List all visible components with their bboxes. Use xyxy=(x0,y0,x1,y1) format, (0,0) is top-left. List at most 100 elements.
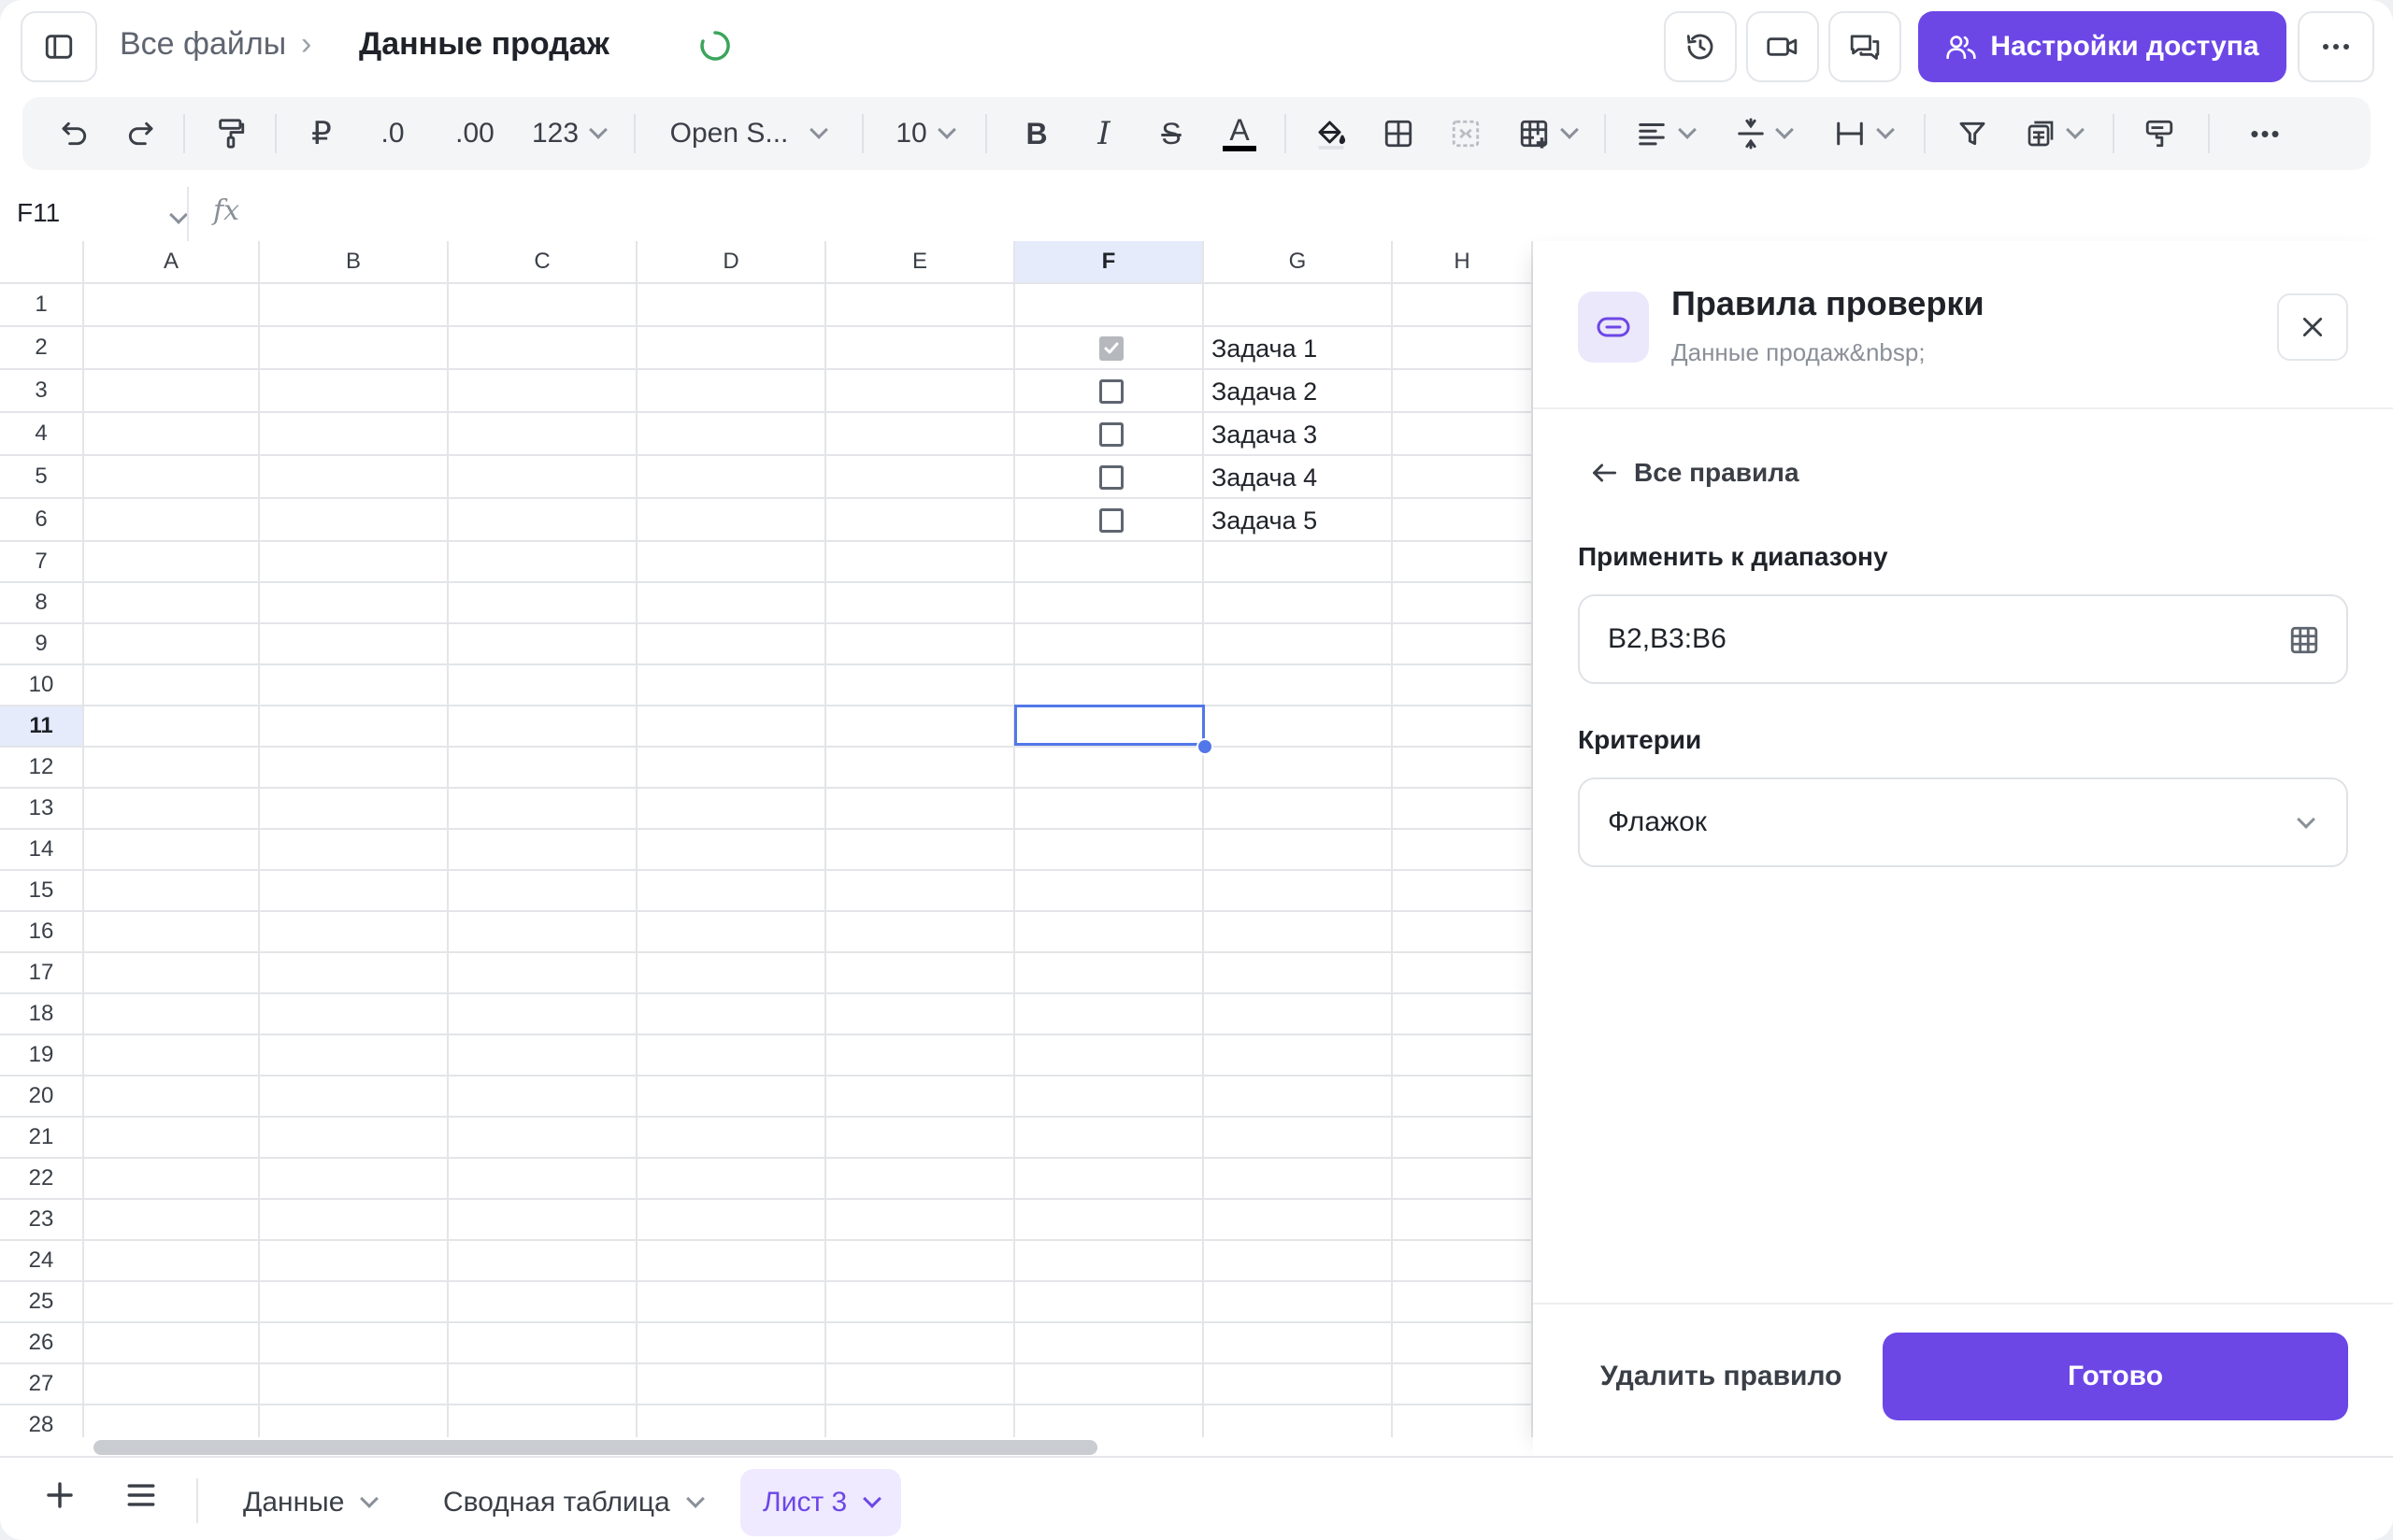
checkbox-unchecked[interactable] xyxy=(1099,465,1124,490)
font-size-dropdown[interactable]: 10 xyxy=(882,97,967,170)
merge-cells-button[interactable] xyxy=(1438,97,1494,170)
row-header-23[interactable]: 23 xyxy=(0,1200,84,1241)
sidebar-toggle-button[interactable] xyxy=(21,11,97,82)
history-button[interactable] xyxy=(1664,11,1737,82)
column-header-h[interactable]: H xyxy=(1393,241,1533,284)
task-cell[interactable]: Задача 1 xyxy=(1211,335,1317,364)
done-button[interactable]: Готово xyxy=(1883,1333,2348,1420)
range-input[interactable]: B2,B3:B6 xyxy=(1578,594,2348,684)
row-header-22[interactable]: 22 xyxy=(0,1159,84,1200)
delete-rule-button[interactable]: Удалить правило xyxy=(1600,1361,1841,1392)
strikethrough-button[interactable]: S xyxy=(1148,97,1195,170)
column-header-a[interactable]: A xyxy=(84,241,260,284)
grid-row-line xyxy=(84,368,1533,370)
increase-decimals-button[interactable]: .00 xyxy=(437,97,512,170)
task-cell[interactable]: Задача 3 xyxy=(1211,421,1317,449)
checkbox-checked[interactable] xyxy=(1099,336,1124,361)
column-width-dropdown[interactable] xyxy=(1821,97,1905,170)
toolbar-more-button[interactable]: ••• xyxy=(2228,97,2303,170)
row-header-13[interactable]: 13 xyxy=(0,789,84,830)
row-header-6[interactable]: 6 xyxy=(0,499,84,542)
tab-pivot-table[interactable]: Сводная таблица xyxy=(421,1469,724,1536)
undo-button[interactable] xyxy=(47,97,103,170)
borders-button[interactable] xyxy=(1370,97,1426,170)
format-painter-button[interactable] xyxy=(200,97,262,170)
row-header-14[interactable]: 14 xyxy=(0,830,84,871)
row-header-10[interactable]: 10 xyxy=(0,665,84,706)
cell-reference-box[interactable]: F11 xyxy=(17,198,188,228)
row-header-8[interactable]: 8 xyxy=(0,583,84,624)
row-header-19[interactable]: 19 xyxy=(0,1035,84,1077)
row-header-12[interactable]: 12 xyxy=(0,748,84,789)
all-rules-back-link[interactable]: Все правила xyxy=(1591,458,1799,488)
row-header-27[interactable]: 27 xyxy=(0,1364,84,1405)
checkbox-unchecked[interactable] xyxy=(1099,379,1124,404)
document-title[interactable]: Данные продаж xyxy=(359,26,609,63)
column-header-d[interactable]: D xyxy=(638,241,826,284)
criteria-select[interactable]: Флажок xyxy=(1578,777,2348,867)
row-header-9[interactable]: 9 xyxy=(0,624,84,665)
row-header-21[interactable]: 21 xyxy=(0,1118,84,1159)
checkbox-unchecked[interactable] xyxy=(1099,422,1124,447)
close-panel-button[interactable] xyxy=(2277,293,2348,361)
row-header-20[interactable]: 20 xyxy=(0,1077,84,1118)
decrease-decimals-button[interactable]: .0 xyxy=(365,97,421,170)
add-sheet-icon[interactable] xyxy=(45,1480,75,1510)
row-header-7[interactable]: 7 xyxy=(0,542,84,583)
row-header-25[interactable]: 25 xyxy=(0,1282,84,1323)
task-cell[interactable]: Задача 2 xyxy=(1211,378,1317,406)
row-header-26[interactable]: 26 xyxy=(0,1323,84,1364)
fill-color-button[interactable] xyxy=(1303,97,1359,170)
row-header-1[interactable]: 1 xyxy=(0,284,84,327)
corner-cell[interactable] xyxy=(0,241,84,284)
row-header-24[interactable]: 24 xyxy=(0,1241,84,1282)
comments-button[interactable] xyxy=(1828,11,1901,82)
vertical-align-dropdown[interactable] xyxy=(1722,97,1806,170)
bold-button[interactable]: B xyxy=(1013,97,1060,170)
currency-format-button[interactable]: ₽ xyxy=(294,97,350,170)
row-header-18[interactable]: 18 xyxy=(0,994,84,1035)
column-header-f[interactable]: F xyxy=(1015,241,1204,284)
italic-button[interactable]: I xyxy=(1081,97,1127,170)
tab-data[interactable]: Данные xyxy=(221,1469,398,1536)
toolbar-divider xyxy=(985,114,987,153)
functions-dropdown[interactable] xyxy=(2012,97,2096,170)
formula-input[interactable] xyxy=(262,194,1514,234)
row-header-16[interactable]: 16 xyxy=(0,912,84,953)
row-header-15[interactable]: 15 xyxy=(0,871,84,912)
spreadsheet-grid[interactable]: ABCDEFGH 1 2 3 4 5 6 7 8 9 10 11 12 13 14 15 16 17 18 19 20… xyxy=(0,241,1533,1437)
horizontal-scrollbar[interactable] xyxy=(93,1440,1097,1455)
filter-button[interactable] xyxy=(1944,97,2000,170)
row-header-17[interactable]: 17 xyxy=(0,953,84,994)
row-header-4[interactable]: 4 xyxy=(0,413,84,456)
horizontal-align-dropdown[interactable] xyxy=(1623,97,1707,170)
validation-rules-panel: Правила проверки Данные продаж&nbsp; Все… xyxy=(1533,241,2393,1456)
insert-table-dropdown[interactable] xyxy=(1505,97,1589,170)
row-header-3[interactable]: 3 xyxy=(0,370,84,413)
column-header-g[interactable]: G xyxy=(1204,241,1393,284)
more-menu-button[interactable] xyxy=(2298,11,2374,82)
active-cell-selection[interactable] xyxy=(1014,705,1205,746)
font-family-dropdown[interactable]: Open S... xyxy=(654,97,841,170)
row-header-11[interactable]: 11 xyxy=(0,706,84,748)
share-settings-button[interactable]: Настройки доступа xyxy=(1918,11,2286,82)
data-validation-button[interactable] xyxy=(2131,97,2187,170)
column-header-c[interactable]: C xyxy=(449,241,638,284)
fill-handle[interactable] xyxy=(1196,738,1213,755)
column-header-e[interactable]: E xyxy=(826,241,1015,284)
number-format-dropdown[interactable]: 123 xyxy=(522,97,615,170)
sheets-list-icon[interactable] xyxy=(125,1480,157,1510)
video-call-button[interactable] xyxy=(1746,11,1819,82)
row-header-5[interactable]: 5 xyxy=(0,456,84,499)
row-header-2[interactable]: 2 xyxy=(0,327,84,370)
tab-sheet-3[interactable]: Лист 3 xyxy=(740,1469,902,1536)
row-header-28[interactable]: 28 xyxy=(0,1405,84,1437)
redo-button[interactable] xyxy=(112,97,168,170)
task-cell[interactable]: Задача 5 xyxy=(1211,506,1317,535)
text-color-button[interactable]: A xyxy=(1213,97,1266,170)
grid-select-icon[interactable] xyxy=(2288,624,2320,656)
column-header-b[interactable]: B xyxy=(260,241,449,284)
breadcrumb-all-files[interactable]: Все файлы xyxy=(120,26,286,63)
task-cell[interactable]: Задача 4 xyxy=(1211,463,1317,492)
checkbox-unchecked[interactable] xyxy=(1099,508,1124,533)
